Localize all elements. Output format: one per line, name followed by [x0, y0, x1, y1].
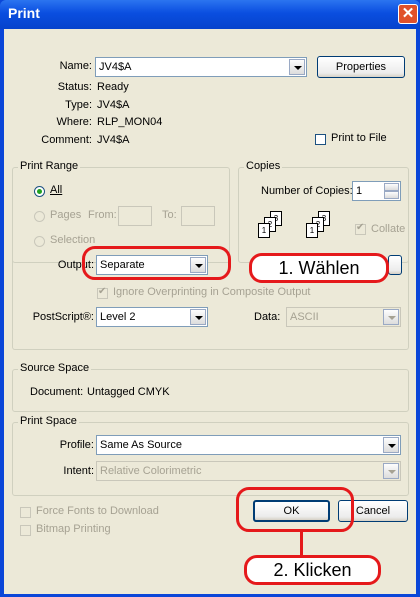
step2-callout: 2. Klicken: [244, 555, 381, 585]
bitmap-printing-label: Bitmap Printing: [36, 523, 111, 535]
title-bar[interactable]: Print ✕: [0, 0, 420, 29]
where-label: Where:: [56, 116, 92, 128]
chevron-down-icon[interactable]: [383, 437, 399, 453]
copies-title: Copies: [244, 160, 283, 172]
type-label: Type:: [65, 99, 92, 111]
print-space-title: Print Space: [18, 415, 79, 427]
window-title: Print: [8, 5, 40, 21]
pages-label: Pages: [50, 209, 82, 221]
print-range-title: Print Range: [18, 160, 81, 172]
data-value: ASCII: [290, 311, 319, 323]
ignore-overprinting-checkbox[interactable]: [97, 286, 108, 299]
output-options-button[interactable]: [388, 255, 402, 275]
output-highlight: [82, 246, 231, 280]
close-icon: ✕: [401, 5, 415, 22]
force-fonts-checkbox[interactable]: [20, 507, 31, 518]
spin-up-icon[interactable]: [384, 183, 399, 191]
where-value: RLP_MON04: [97, 116, 163, 128]
ok-highlight: [236, 487, 354, 532]
all-radio[interactable]: [34, 186, 45, 197]
postscript-value: Level 2: [100, 311, 136, 323]
properties-button[interactable]: Properties: [317, 56, 405, 78]
name-label: Name:: [59, 60, 92, 72]
postscript-select[interactable]: Level 2: [96, 307, 208, 327]
intent-label: Intent:: [63, 465, 94, 477]
print-space-group: [12, 422, 409, 496]
type-value: JV4$A: [97, 99, 130, 111]
document-label: Document:: [30, 386, 84, 398]
copies-spinner[interactable]: 1: [352, 181, 401, 201]
data-select[interactable]: ASCII: [286, 307, 401, 327]
postscript-label: PostScript®:: [32, 311, 94, 323]
bitmap-printing-checkbox[interactable]: [20, 525, 31, 536]
step1-callout: 1. Wählen: [249, 253, 389, 283]
status-label: Status:: [57, 81, 92, 93]
print-to-file-checkbox[interactable]: [315, 134, 326, 145]
ignore-overprinting-label: Ignore Overprinting in Composite Output: [113, 286, 311, 298]
all-label: All: [50, 184, 63, 196]
to-label: To:: [162, 209, 177, 221]
profile-value: Same As Source: [100, 439, 182, 451]
printer-name-select[interactable]: JV4$A: [95, 57, 307, 77]
print-to-file-label: Print to File: [331, 132, 387, 144]
from-field[interactable]: [118, 206, 152, 226]
page-icon: 1: [306, 223, 318, 238]
profile-label: Profile:: [59, 439, 94, 451]
chevron-down-icon[interactable]: [190, 309, 206, 325]
intent-select[interactable]: Relative Colorimetric: [96, 461, 401, 481]
to-field[interactable]: [181, 206, 215, 226]
chevron-down-icon[interactable]: [289, 59, 305, 75]
copies-value: 1: [356, 185, 363, 197]
intent-value: Relative Colorimetric: [100, 465, 202, 477]
comment-value: JV4$A: [97, 134, 130, 146]
chevron-down-icon[interactable]: [383, 463, 399, 479]
profile-select[interactable]: Same As Source: [96, 435, 401, 455]
callout-connector: [300, 531, 303, 555]
printer-name-value: JV4$A: [99, 61, 132, 73]
status-value: Ready: [97, 81, 129, 93]
data-label: Data:: [254, 311, 281, 323]
chevron-down-icon[interactable]: [383, 309, 399, 325]
close-button[interactable]: ✕: [398, 4, 418, 24]
document-value: Untagged CMYK: [87, 386, 170, 398]
force-fonts-label: Force Fonts to Download: [36, 505, 159, 517]
pages-radio[interactable]: [34, 211, 45, 222]
dialog-body: Name: JV4$A Properties Status: Ready Typ…: [4, 29, 416, 594]
number-of-copies-label: Number of Copies:: [261, 185, 353, 197]
spin-down-icon[interactable]: [384, 191, 399, 199]
from-label: From:: [88, 209, 117, 221]
page-icon: 1: [258, 223, 270, 238]
collate-checkbox[interactable]: [355, 222, 366, 235]
comment-label: Comment:: [41, 134, 92, 146]
collate-label: Collate: [371, 223, 406, 235]
print-dialog: Print ✕ Name: JV4$A Properties Status: R…: [0, 0, 420, 597]
source-space-title: Source Space: [18, 362, 92, 374]
